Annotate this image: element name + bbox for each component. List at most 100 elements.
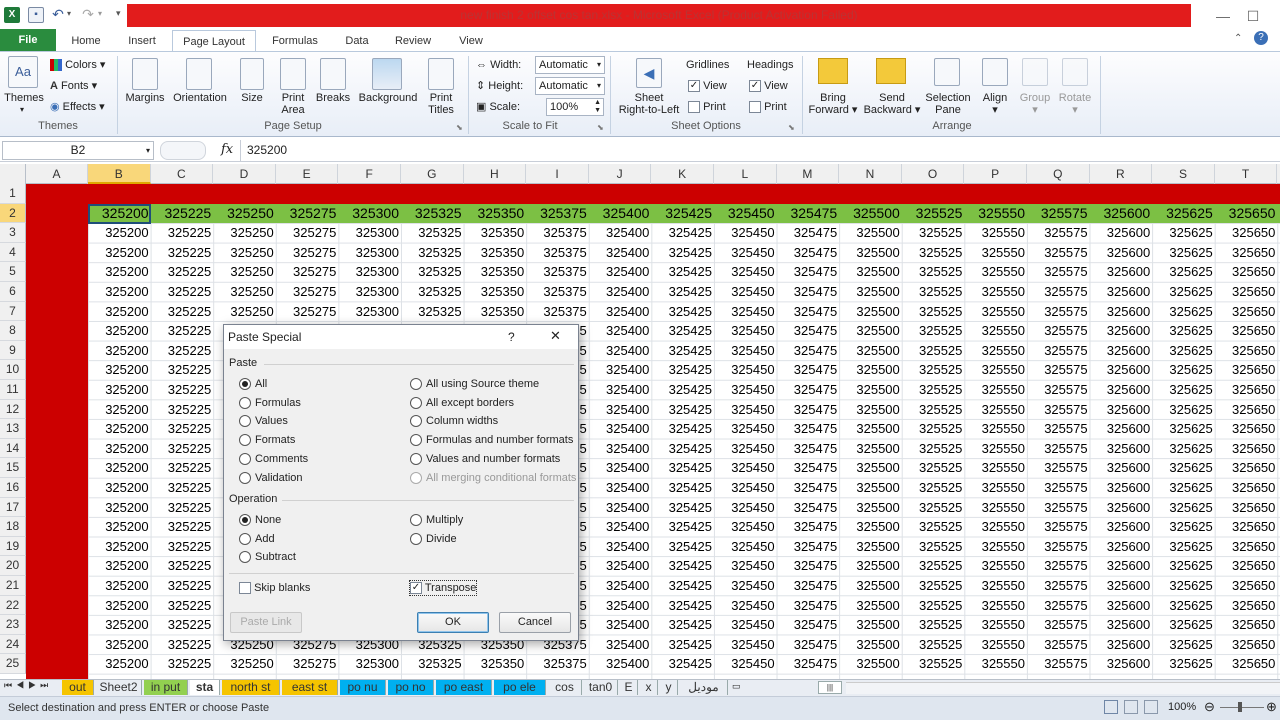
cell[interactable]: 325200 xyxy=(88,498,151,518)
column-header-p[interactable]: P xyxy=(964,164,1027,184)
themes-icon[interactable]: Aa xyxy=(8,56,38,88)
orientation-button[interactable]: Orientation xyxy=(168,92,232,104)
cell[interactable]: 325225 xyxy=(151,458,214,478)
cell[interactable]: 325425 xyxy=(651,360,714,380)
cell[interactable]: 325200 xyxy=(88,223,151,243)
cell[interactable]: 325200 xyxy=(88,262,151,282)
tab-insert[interactable]: Insert xyxy=(118,30,166,52)
cell[interactable]: 325450 xyxy=(714,223,777,243)
paste-link-button[interactable]: Paste Link xyxy=(230,612,302,633)
cell[interactable]: 325550 xyxy=(964,635,1027,655)
cell[interactable]: 325525 xyxy=(902,498,965,518)
column-header-m[interactable]: M xyxy=(777,164,840,184)
sheet-tab[interactable]: po ele xyxy=(494,680,546,695)
cell[interactable]: 325525 xyxy=(902,341,965,361)
cell[interactable]: 325225 xyxy=(151,537,214,557)
cell[interactable]: 325625 xyxy=(1152,262,1215,282)
cell[interactable]: 325575 xyxy=(1027,439,1090,459)
cell[interactable]: 325600 xyxy=(1090,321,1153,341)
cell[interactable]: 325475 xyxy=(777,302,840,322)
sheet-tab[interactable]: in put xyxy=(144,680,188,695)
cell[interactable]: 325200 xyxy=(88,439,151,459)
cell[interactable]: 325450 xyxy=(714,458,777,478)
cell[interactable]: 325375 xyxy=(526,204,589,224)
cell[interactable]: 325450 xyxy=(714,576,777,596)
cell[interactable]: 325400 xyxy=(589,419,652,439)
cell[interactable]: 325550 xyxy=(964,419,1027,439)
cell[interactable]: 325200 xyxy=(88,380,151,400)
cell[interactable]: 325450 xyxy=(714,400,777,420)
horizontal-scrollbar[interactable] xyxy=(846,682,1280,694)
row-header-21[interactable]: 21 xyxy=(0,576,26,596)
undo-icon[interactable]: ↶ xyxy=(50,7,66,23)
size-button[interactable]: Size xyxy=(236,92,268,104)
cell[interactable]: 325300 xyxy=(338,223,401,243)
transpose-checkbox[interactable]: ✓ Transpose xyxy=(408,580,478,596)
column-header-c[interactable]: C xyxy=(151,164,214,184)
cell[interactable]: 325600 xyxy=(1090,517,1153,537)
insert-sheet-icon[interactable]: ▭ xyxy=(732,681,741,692)
radio-all-merging-conditional-formats[interactable]: All merging conditional formats xyxy=(410,471,576,485)
cancel-button[interactable]: Cancel xyxy=(499,612,571,633)
cell[interactable]: 325200 xyxy=(88,615,151,635)
cell[interactable]: 325550 xyxy=(964,282,1027,302)
cell[interactable]: 325225 xyxy=(151,439,214,459)
column-header-h[interactable]: H xyxy=(464,164,527,184)
cell[interactable]: 325400 xyxy=(589,498,652,518)
radio-values[interactable]: Values xyxy=(239,414,288,428)
cell[interactable]: 325575 xyxy=(1027,596,1090,616)
cell[interactable]: 325200 xyxy=(88,517,151,537)
cell[interactable]: 325225 xyxy=(151,654,214,674)
cell[interactable]: 325275 xyxy=(276,243,339,263)
row-header-4[interactable]: 4 xyxy=(0,242,26,263)
cell[interactable]: 325225 xyxy=(151,360,214,380)
cell[interactable]: 325475 xyxy=(777,223,840,243)
column-header-k[interactable]: K xyxy=(651,164,714,184)
cell[interactable]: 325625 xyxy=(1152,282,1215,302)
cell[interactable]: 325200 xyxy=(88,419,151,439)
cell[interactable]: 325475 xyxy=(777,654,840,674)
cell[interactable]: 325550 xyxy=(964,517,1027,537)
cell[interactable]: 325400 xyxy=(589,360,652,380)
cell[interactable]: 325625 xyxy=(1152,223,1215,243)
row-header-23[interactable]: 23 xyxy=(0,615,26,635)
cell[interactable]: 325475 xyxy=(777,204,840,224)
column-header-j[interactable]: J xyxy=(589,164,652,184)
cell[interactable]: 325625 xyxy=(1152,380,1215,400)
cell[interactable]: 325450 xyxy=(714,596,777,616)
cell[interactable]: 325650 xyxy=(1215,223,1278,243)
sheet-tab[interactable]: x xyxy=(640,680,658,695)
rotate-button[interactable]: Rotate ▾ xyxy=(1054,92,1096,116)
column-header-b[interactable]: B xyxy=(88,164,151,184)
cell[interactable]: 325550 xyxy=(964,302,1027,322)
cell[interactable]: 325475 xyxy=(777,360,840,380)
cell[interactable]: 325400 xyxy=(589,556,652,576)
cell[interactable]: 325500 xyxy=(839,360,902,380)
cell[interactable]: 325475 xyxy=(777,341,840,361)
headings-view-checkbox[interactable]: ✓ View xyxy=(749,79,788,93)
scale-launcher-icon[interactable]: ⬊ xyxy=(597,123,604,132)
print-area-button[interactable]: Print Area xyxy=(274,92,312,116)
cell[interactable]: 325225 xyxy=(151,321,214,341)
cell[interactable]: 325650 xyxy=(1215,360,1278,380)
cell[interactable]: 325350 xyxy=(464,302,527,322)
cell[interactable]: 325275 xyxy=(276,262,339,282)
cell[interactable]: 325650 xyxy=(1215,556,1278,576)
cell[interactable]: 325200 xyxy=(88,537,151,557)
cell[interactable]: 325600 xyxy=(1090,635,1153,655)
cell[interactable]: 325275 xyxy=(276,282,339,302)
column-header-l[interactable]: L xyxy=(714,164,777,184)
radio-formulas[interactable]: Formulas xyxy=(239,396,301,410)
cell[interactable]: 325600 xyxy=(1090,400,1153,420)
column-header-e[interactable]: E xyxy=(276,164,339,184)
background-button[interactable]: Background xyxy=(356,92,420,104)
cell[interactable]: 325475 xyxy=(777,635,840,655)
cell[interactable]: 325500 xyxy=(839,400,902,420)
column-header-f[interactable]: F xyxy=(338,164,401,184)
cell[interactable]: 325200 xyxy=(88,321,151,341)
cell[interactable]: 325450 xyxy=(714,635,777,655)
cell[interactable]: 325575 xyxy=(1027,243,1090,263)
cell[interactable]: 325425 xyxy=(651,400,714,420)
cell[interactable]: 325325 xyxy=(401,243,464,263)
width-dropdown[interactable]: Automatic ▾ xyxy=(535,56,605,74)
